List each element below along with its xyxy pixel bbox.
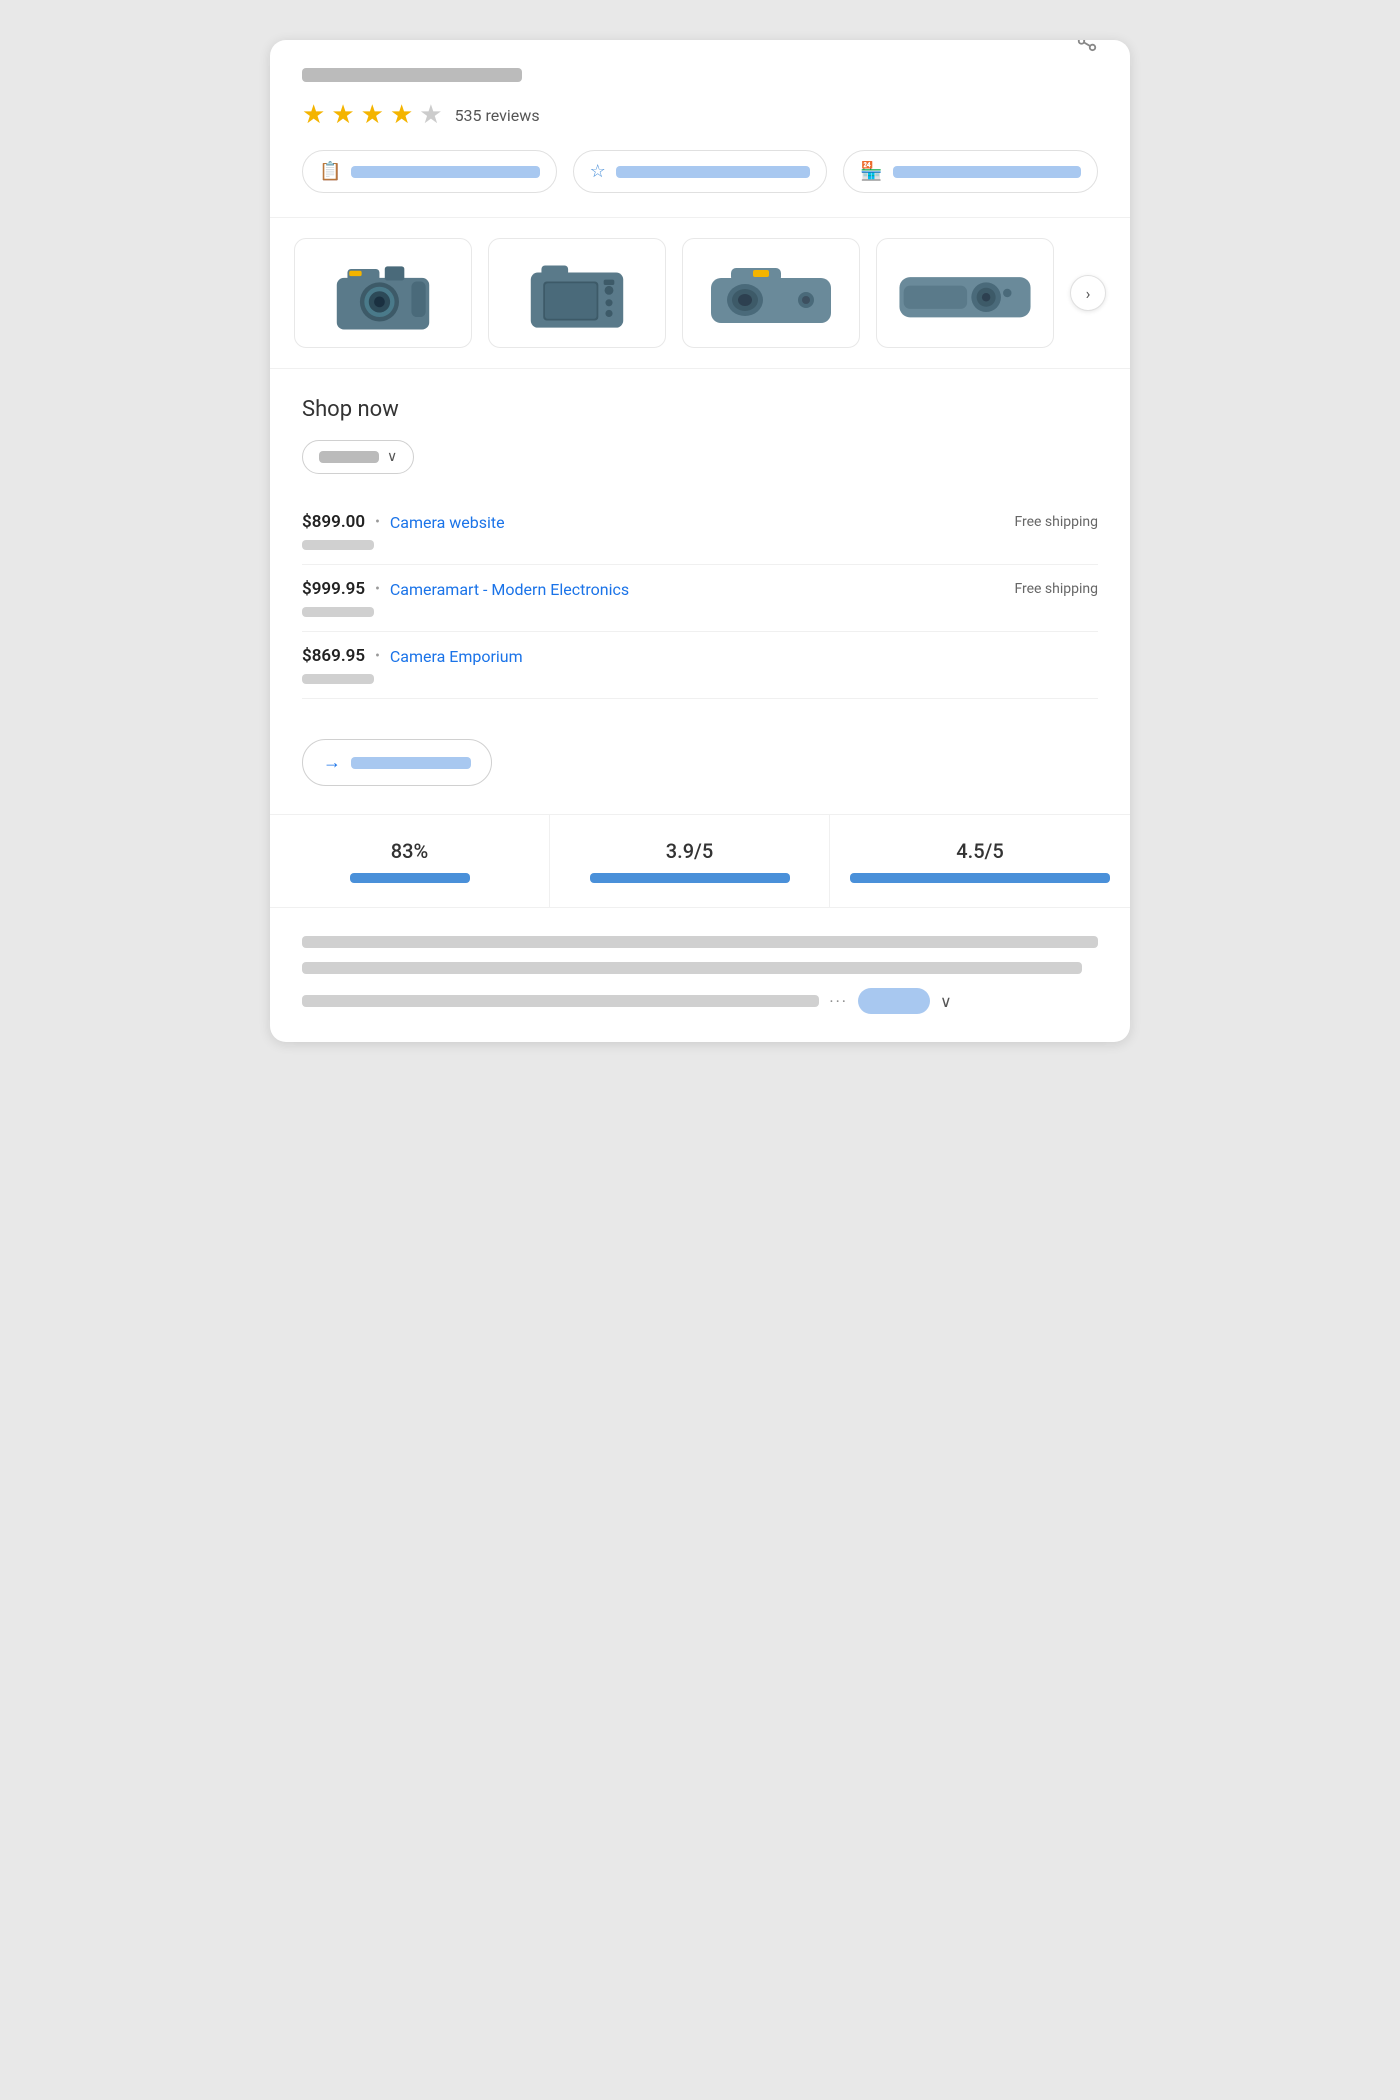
listing-top-2: $999.95 • Cameramart - Modern Electronic… xyxy=(302,579,1098,599)
text-line-2 xyxy=(302,962,1082,974)
stars-row: ★ ★ ★ ★ ★ 535 reviews xyxy=(302,100,1098,130)
listing-sub-bar-3 xyxy=(302,674,374,684)
listing-dot-2: • xyxy=(375,581,380,597)
listing-left-2: $999.95 • Cameramart - Modern Electronic… xyxy=(302,579,629,599)
stat-item-3: 4.5/5 xyxy=(830,815,1130,907)
rating-section: ★ ★ ★ ★ ★ 535 reviews 📋 ☆ 🏪 xyxy=(270,40,1130,218)
star-5: ★ xyxy=(419,100,442,130)
stores-button[interactable]: 🏪 xyxy=(843,150,1098,193)
listing-shipping-1: Free shipping xyxy=(1014,514,1098,530)
overview-icon: 📋 xyxy=(319,161,341,182)
stat-item-1: 83% xyxy=(270,815,550,907)
shop-section: Shop now ∨ $899.00 • Camera website Free… xyxy=(270,369,1130,815)
reviews-label xyxy=(616,166,811,178)
stores-icon: 🏪 xyxy=(860,161,882,182)
expand-chevron-icon[interactable]: ∨ xyxy=(940,992,952,1011)
stat-item-2: 3.9/5 xyxy=(550,815,830,907)
listing-dot-1: • xyxy=(375,514,380,530)
stats-section: 83% 3.9/5 4.5/5 xyxy=(270,815,1130,908)
expand-row: ··· ∨ xyxy=(302,988,1098,1014)
more-stores-label xyxy=(351,757,471,769)
review-count: 535 reviews xyxy=(455,106,540,125)
next-arrow-button[interactable]: › xyxy=(1070,275,1106,311)
listing-sub-bar-2 xyxy=(302,607,374,617)
stat-value-1: 83% xyxy=(290,839,529,863)
stores-label xyxy=(893,166,1081,178)
star-1: ★ xyxy=(302,100,325,130)
listing-store-2[interactable]: Cameramart - Modern Electronics xyxy=(390,580,629,599)
listing-dot-3: • xyxy=(375,648,380,664)
listing-sub-bar-1 xyxy=(302,540,374,550)
overview-label xyxy=(351,166,539,178)
text-line-1 xyxy=(302,936,1098,948)
listing-item-2: $999.95 • Cameramart - Modern Electronic… xyxy=(302,565,1098,632)
camera-image-4[interactable] xyxy=(876,238,1054,348)
more-stores-button[interactable]: → xyxy=(302,739,492,786)
listing-item-1: $899.00 • Camera website Free shipping xyxy=(302,498,1098,565)
product-card: ★ ★ ★ ★ ★ 535 reviews 📋 ☆ 🏪 xyxy=(270,40,1130,1042)
action-buttons: 📋 ☆ 🏪 xyxy=(302,150,1098,193)
images-section: › xyxy=(270,218,1130,369)
listing-price-2: $999.95 xyxy=(302,579,365,599)
listing-left-1: $899.00 • Camera website xyxy=(302,512,505,532)
expand-button[interactable] xyxy=(858,988,930,1014)
listing-left-3: $869.95 • Camera Emporium xyxy=(302,646,523,666)
listing-store-1[interactable]: Camera website xyxy=(390,513,505,532)
listing-price-1: $899.00 xyxy=(302,512,365,532)
listing-top-1: $899.00 • Camera website Free shipping xyxy=(302,512,1098,532)
filter-label xyxy=(319,451,379,463)
listing-shipping-2: Free shipping xyxy=(1014,581,1098,597)
stat-bar-2 xyxy=(590,873,790,883)
shop-now-title: Shop now xyxy=(302,397,1098,422)
listing-store-3[interactable]: Camera Emporium xyxy=(390,647,523,666)
text-line-3 xyxy=(302,995,819,1007)
stat-bar-3 xyxy=(850,873,1110,883)
chevron-down-icon: ∨ xyxy=(387,449,397,465)
overview-button[interactable]: 📋 xyxy=(302,150,557,193)
listing-top-3: $869.95 • Camera Emporium xyxy=(302,646,1098,666)
star-2: ★ xyxy=(331,100,354,130)
share-icon[interactable] xyxy=(1076,40,1098,57)
more-stores-arrow-icon: → xyxy=(323,752,341,773)
listing-item-3: $869.95 • Camera Emporium xyxy=(302,632,1098,699)
stat-value-2: 3.9/5 xyxy=(570,839,809,863)
listing-price-3: $869.95 xyxy=(302,646,365,666)
camera-image-3[interactable] xyxy=(682,238,860,348)
filter-button[interactable]: ∨ xyxy=(302,440,414,474)
ellipsis: ··· xyxy=(829,992,848,1011)
product-title-bar xyxy=(302,68,522,82)
stat-value-3: 4.5/5 xyxy=(850,839,1110,863)
reviews-icon: ☆ xyxy=(590,161,606,182)
stat-bar-1 xyxy=(350,873,470,883)
text-section: ··· ∨ xyxy=(270,908,1130,1042)
reviews-button[interactable]: ☆ xyxy=(573,150,828,193)
camera-image-1[interactable] xyxy=(294,238,472,348)
star-3: ★ xyxy=(361,100,384,130)
camera-image-2[interactable] xyxy=(488,238,666,348)
star-4: ★ xyxy=(390,100,413,130)
